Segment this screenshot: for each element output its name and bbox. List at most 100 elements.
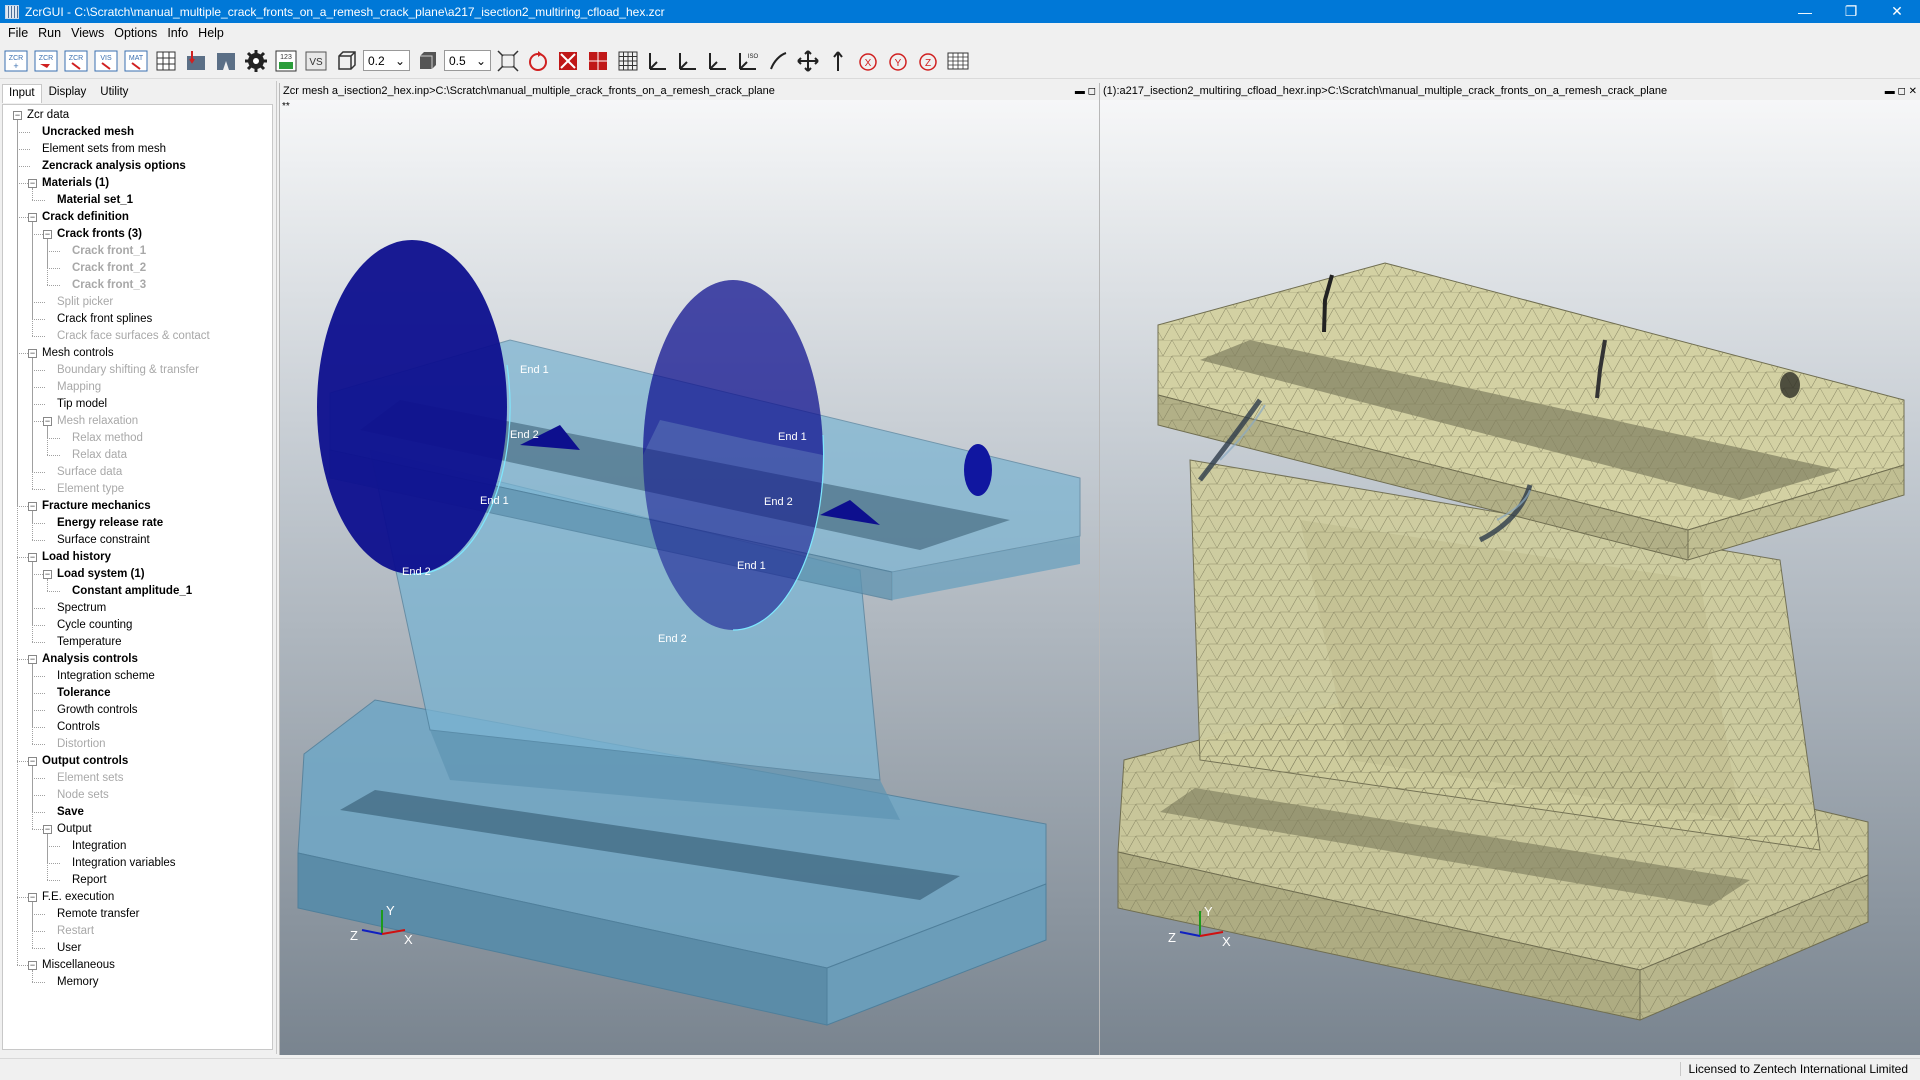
tree-item[interactable]: Mesh relaxation bbox=[57, 413, 138, 430]
up-arrow-button[interactable] bbox=[825, 48, 851, 74]
vs-button[interactable]: VS bbox=[303, 48, 329, 74]
grid-button[interactable] bbox=[615, 48, 641, 74]
tree-item[interactable]: Integration scheme bbox=[57, 668, 155, 685]
solid-box-button[interactable] bbox=[414, 48, 440, 74]
tree-item[interactable]: Save bbox=[57, 804, 84, 821]
tree-item[interactable]: Relax data bbox=[72, 447, 127, 464]
tree-expander[interactable]: − bbox=[13, 111, 22, 120]
tree-item[interactable]: Energy release rate bbox=[57, 515, 163, 532]
new-zcr-button[interactable]: ZCR + bbox=[3, 48, 29, 74]
tree-expander[interactable]: − bbox=[28, 553, 37, 562]
tree-expander[interactable]: − bbox=[28, 349, 37, 358]
tree-item[interactable]: Output controls bbox=[42, 753, 128, 770]
tree-item[interactable]: Restart bbox=[57, 923, 94, 940]
opacity-select-2[interactable]: 0.5 ⌄ bbox=[444, 50, 491, 71]
rotate-x-button[interactable]: X bbox=[855, 48, 881, 74]
viewport-left[interactable]: Zcr mesh a_isection2_hex.inp>C:\Scratch\… bbox=[279, 83, 1099, 1055]
tree-item[interactable]: Temperature bbox=[57, 634, 122, 651]
tree-item[interactable]: Crack face surfaces & contact bbox=[57, 328, 210, 345]
tab-utility[interactable]: Utility bbox=[93, 83, 135, 103]
viewport-right[interactable]: (1):a217_isection2_multiring_cfload_hexr… bbox=[1099, 83, 1920, 1055]
maximize-button[interactable]: ❐ bbox=[1828, 0, 1874, 23]
tree-item[interactable]: Cycle counting bbox=[57, 617, 132, 634]
menu-file[interactable]: File bbox=[3, 26, 33, 40]
tree-item[interactable]: Uncracked mesh bbox=[42, 124, 134, 141]
open-zcr-button[interactable]: ZCR bbox=[33, 48, 59, 74]
settings-button[interactable] bbox=[243, 48, 269, 74]
mat-button[interactable]: MAT bbox=[123, 48, 149, 74]
tree-item[interactable]: Load system (1) bbox=[57, 566, 145, 583]
tree-item[interactable]: Split picker bbox=[57, 294, 113, 311]
tree-item[interactable]: Boundary shifting & transfer bbox=[57, 362, 199, 379]
pan-button[interactable] bbox=[795, 48, 821, 74]
save-zcr-button[interactable]: ZCR bbox=[63, 48, 89, 74]
tree-item[interactable]: Report bbox=[72, 872, 107, 889]
axes-zy-button[interactable] bbox=[675, 48, 701, 74]
tree-item[interactable]: Mapping bbox=[57, 379, 101, 396]
tree-item[interactable]: Fracture mechanics bbox=[42, 498, 151, 515]
tree-expander[interactable]: − bbox=[28, 502, 37, 511]
viewport-right-controls[interactable]: ▬ ◻ ✕ bbox=[1885, 83, 1917, 100]
minimize-button[interactable]: — bbox=[1782, 0, 1828, 23]
menu-info[interactable]: Info bbox=[162, 26, 193, 40]
viewport-left-canvas[interactable]: ** End 1 End 2 End 1 End 2 End 1 End 2 E… bbox=[280, 100, 1099, 1055]
tree-item[interactable]: Crack definition bbox=[42, 209, 129, 226]
close-button[interactable]: ✕ bbox=[1874, 0, 1920, 23]
tree-item[interactable]: Constant amplitude_1 bbox=[72, 583, 192, 600]
tree-item[interactable]: Surface constraint bbox=[57, 532, 150, 549]
tree-item[interactable]: Load history bbox=[42, 549, 111, 566]
tree-item[interactable]: Relax method bbox=[72, 430, 143, 447]
tree-item[interactable]: Memory bbox=[57, 974, 99, 991]
tree-item[interactable]: Mesh controls bbox=[42, 345, 114, 362]
tree-expander[interactable]: − bbox=[28, 655, 37, 664]
tree-item[interactable]: Analysis controls bbox=[42, 651, 138, 668]
tree-item[interactable]: Surface data bbox=[57, 464, 122, 481]
crack-insert-button[interactable] bbox=[183, 48, 209, 74]
menu-help[interactable]: Help bbox=[193, 26, 229, 40]
tree-item[interactable]: Element sets bbox=[57, 770, 123, 787]
tree-item[interactable]: Element sets from mesh bbox=[42, 141, 166, 158]
tree-expander[interactable]: − bbox=[28, 757, 37, 766]
menu-run[interactable]: Run bbox=[33, 26, 66, 40]
tree-item[interactable]: Crack front splines bbox=[57, 311, 152, 328]
numbering-button[interactable]: 123 bbox=[273, 48, 299, 74]
tree-item[interactable]: Miscellaneous bbox=[42, 957, 115, 974]
tree-item[interactable]: Tip model bbox=[57, 396, 107, 413]
viewport-left-controls[interactable]: ▬ ◻ bbox=[1075, 83, 1096, 100]
rotate-view-button[interactable] bbox=[525, 48, 551, 74]
line-button[interactable] bbox=[765, 48, 791, 74]
tree-item[interactable]: Growth controls bbox=[57, 702, 138, 719]
tree-item[interactable]: Spectrum bbox=[57, 600, 106, 617]
tab-input[interactable]: Input bbox=[2, 84, 42, 103]
tree-item[interactable]: Crack fronts (3) bbox=[57, 226, 142, 243]
tab-display[interactable]: Display bbox=[42, 83, 94, 103]
rotate-y-button[interactable]: Y bbox=[885, 48, 911, 74]
tree-expander[interactable]: − bbox=[43, 570, 52, 579]
viewport-right-canvas[interactable]: Y X Z bbox=[1100, 100, 1920, 1055]
rotate-z-button[interactable]: Z bbox=[915, 48, 941, 74]
red-mesh-off-button[interactable] bbox=[555, 48, 581, 74]
tree-item[interactable]: Node sets bbox=[57, 787, 109, 804]
layout-button[interactable] bbox=[945, 48, 971, 74]
tree-item[interactable]: Crack front_1 bbox=[72, 243, 146, 260]
tree-item[interactable]: Output bbox=[57, 821, 92, 838]
tree-item[interactable]: Element type bbox=[57, 481, 124, 498]
tree-item[interactable]: Crack front_3 bbox=[72, 277, 146, 294]
crack-front-button[interactable] bbox=[213, 48, 239, 74]
tree-item[interactable]: Controls bbox=[57, 719, 100, 736]
red-mesh-button[interactable] bbox=[585, 48, 611, 74]
tree-item[interactable]: User bbox=[57, 940, 81, 957]
tree-item[interactable]: Tolerance bbox=[57, 685, 110, 702]
menu-options[interactable]: Options bbox=[109, 26, 162, 40]
mesh-grid-button[interactable] bbox=[153, 48, 179, 74]
opacity-select-1[interactable]: 0.2 ⌄ bbox=[363, 50, 410, 71]
tree-item[interactable]: Material set_1 bbox=[57, 192, 133, 209]
tree-item[interactable]: Remote transfer bbox=[57, 906, 139, 923]
tree-expander[interactable]: − bbox=[28, 213, 37, 222]
tree-item[interactable]: Zencrack analysis options bbox=[42, 158, 186, 175]
tree-item[interactable]: Materials (1) bbox=[42, 175, 109, 192]
tree-item[interactable]: F.E. execution bbox=[42, 889, 114, 906]
tree-expander[interactable]: − bbox=[43, 825, 52, 834]
fit-view-button[interactable] bbox=[495, 48, 521, 74]
axes-zx-button[interactable] bbox=[705, 48, 731, 74]
